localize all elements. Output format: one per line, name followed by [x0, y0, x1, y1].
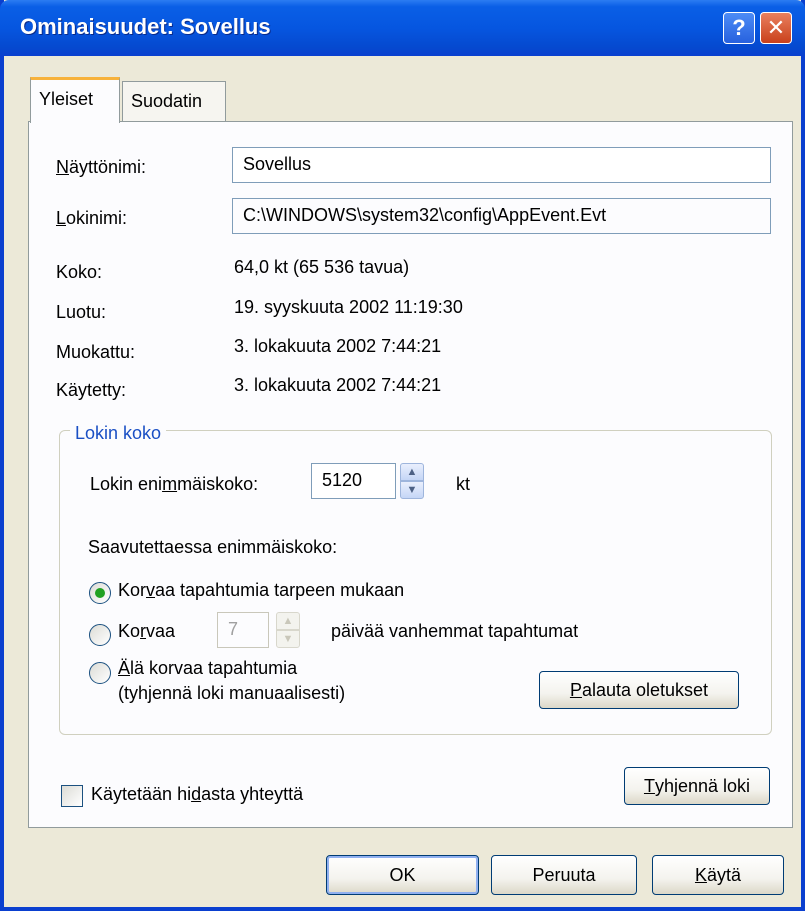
slow-link-checkbox[interactable]: [61, 785, 83, 807]
size-value: 64,0 kt (65 536 tavua): [234, 257, 410, 277]
cancel-button[interactable]: Peruuta: [491, 855, 637, 895]
display-name-label: Näyttönimi:: [56, 157, 147, 177]
size-label: Koko:: [56, 262, 103, 282]
created-label: Luotu:: [56, 302, 107, 322]
max-size-stepper: ▲ ▼: [400, 463, 424, 499]
tab-filter[interactable]: Suodatin: [122, 81, 226, 121]
clear-log-button[interactable]: Tyhjennä loki: [624, 767, 770, 805]
modified-value: 3. lokakuuta 2002 7:44:21: [234, 336, 442, 356]
overwrite-older-label[interactable]: Korvaa: [118, 621, 175, 642]
log-size-group-title: Lokin koko: [70, 423, 167, 444]
overwrite-older-radio[interactable]: [89, 624, 111, 646]
log-name-label: Lokinimi:: [56, 208, 128, 228]
arrow-up-icon: ▲: [406, 466, 418, 478]
days-stepper: ▲ ▼: [276, 612, 300, 648]
restore-defaults-button[interactable]: Palauta oletukset: [539, 671, 739, 709]
days-down-button[interactable]: ▼: [276, 630, 300, 648]
max-size-up-button[interactable]: ▲: [400, 463, 424, 481]
do-not-overwrite-note: (tyhjennä loki manuaalisesti): [118, 683, 346, 703]
ok-button[interactable]: OK: [326, 855, 479, 895]
accessed-value: 3. lokakuuta 2002 7:44:21: [234, 375, 442, 395]
max-size-down-button[interactable]: ▼: [400, 481, 424, 499]
close-icon: ✕: [766, 15, 786, 40]
do-not-overwrite-radio[interactable]: [89, 662, 111, 684]
days-up-button[interactable]: ▲: [276, 612, 300, 630]
close-button[interactable]: ✕: [760, 12, 792, 44]
title-bar[interactable]: Ominaisuudet: Sovellus ? ✕: [0, 0, 805, 56]
display-name-input[interactable]: Sovellus: [232, 147, 771, 183]
modified-label: Muokattu:: [56, 342, 136, 362]
days-input[interactable]: 7: [217, 612, 269, 648]
max-size-label: Lokin enimmäiskoko:: [90, 474, 259, 494]
do-not-overwrite-label[interactable]: Älä korvaa tapahtumia: [118, 658, 297, 679]
arrow-down-icon: ▼: [282, 633, 294, 645]
days-suffix-label: päivää vanhemmat tapahtumat: [331, 621, 579, 641]
slow-link-label[interactable]: Käytetään hidasta yhteyttä: [91, 784, 303, 805]
help-button[interactable]: ?: [723, 12, 755, 44]
when-reached-label: Saavutettaessa enimmäiskoko:: [88, 537, 338, 557]
tab-general[interactable]: Yleiset: [30, 77, 120, 123]
arrow-up-icon: ▲: [282, 615, 294, 627]
log-name-field[interactable]: C:\WINDOWS\system32\config\AppEvent.Evt: [232, 198, 771, 234]
properties-dialog: Ominaisuudet: Sovellus ? ✕ Yleiset Suoda…: [0, 0, 805, 911]
created-value: 19. syyskuuta 2002 11:19:30: [234, 297, 463, 317]
overwrite-as-needed-label[interactable]: Korvaa tapahtumia tarpeen mukaan: [118, 580, 404, 601]
help-icon: ?: [732, 15, 746, 40]
max-size-input[interactable]: 5120: [311, 463, 396, 499]
max-size-unit: kt: [456, 474, 471, 494]
overwrite-as-needed-radio[interactable]: [89, 582, 111, 604]
arrow-down-icon: ▼: [406, 484, 418, 496]
window-title: Ominaisuudet: Sovellus: [20, 14, 271, 39]
radio-selected-dot: [95, 588, 105, 598]
apply-button[interactable]: Käytä: [652, 855, 784, 895]
accessed-label: Käytetty:: [56, 380, 127, 400]
